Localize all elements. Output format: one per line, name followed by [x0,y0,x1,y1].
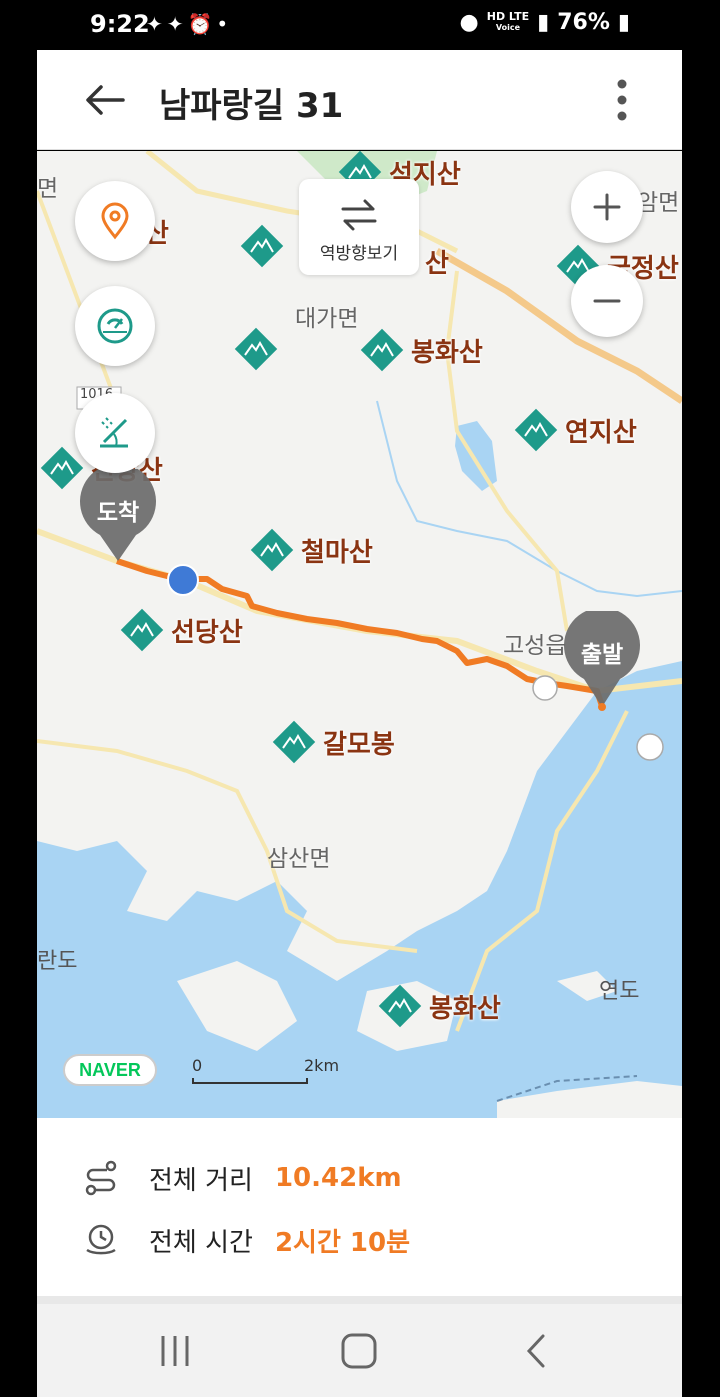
mountain-icon [120,608,164,652]
water-yeondo: 연도 [599,979,640,1004]
plus-icon [593,193,621,221]
mountain-icon [250,528,294,572]
reverse-direction-label: 역방향보기 [319,244,399,264]
total-distance-row: 전체 거리 10.42km [81,1158,402,1198]
total-time-label: 전체 시간 [149,1227,253,1258]
mountain-icon[interactable] [233,326,279,372]
arrival-label: 도착 [96,500,140,526]
area-daega: 대가면 [295,306,359,332]
more-options-icon[interactable] [610,78,634,122]
status-time: 9:22 [90,10,150,38]
network-indicator: HD LTE Voice [486,10,530,33]
mountain-icon [272,720,316,764]
zoom-out-button[interactable] [571,265,643,337]
frame-left [0,50,37,1397]
battery-icon: ▮ [617,10,630,35]
poi-label-partial: 산 [425,249,449,279]
total-distance-label: 전체 거리 [149,1165,253,1196]
poi-mountain[interactable]: 철마산 [249,527,373,573]
map-scale: 0 2km [192,1056,339,1084]
mountain-icon [360,328,404,372]
reverse-direction-button[interactable]: 역방향보기 [299,179,419,275]
map-view[interactable]: 1016 대가면 삼산면 고성읍 면 암면 연도 란도 석지산 석장산 봉화산 … [37,151,682,1118]
mountain-icon [378,984,422,1028]
poi-mountain[interactable]: 선당산 [119,607,243,653]
mountain-icon[interactable] [239,223,285,269]
system-nav-bar [37,1304,682,1397]
speed-button[interactable] [75,286,155,366]
total-time-value: 2시간 10분 [274,1227,411,1258]
back-icon[interactable] [513,1330,561,1372]
back-arrow-icon[interactable] [83,78,127,122]
page-title: 남파랑길 31 [159,86,344,126]
network-voice: Voice [495,23,520,32]
zoom-in-button[interactable] [571,171,643,243]
mountain-icon [514,408,558,452]
signal-icon: ▮ [537,10,550,35]
swap-arrows-icon [341,199,377,231]
status-bar: 9:22 ✦✦⏰• ● HD LTE Voice ▮ 76% ▮ [0,0,720,50]
my-location-button[interactable] [75,181,155,261]
elevation-icon [100,417,128,448]
poi-mountain[interactable]: 봉화산 [359,327,483,373]
poi-mountain[interactable]: 갈모봉 [271,719,395,765]
poi-mountain[interactable]: 연지산 [513,407,637,453]
route-info-panel: 전체 거리 10.42km 전체 시간 2시간 10분 [37,1118,682,1296]
poi-mountain[interactable]: 봉화산 [377,983,501,1029]
departure-label: 출발 [580,642,624,668]
battery-percent: 76% [557,10,610,35]
notification-icons: ✦✦⏰• [146,12,233,36]
home-icon[interactable] [335,1330,383,1372]
minus-icon [593,299,621,303]
area-edge-top-right: 암면 [637,190,680,216]
divider [37,1296,682,1304]
naver-logo: NAVER [63,1054,157,1086]
arrival-marker[interactable]: 도착 [78,463,158,563]
total-distance-value: 10.42km [274,1163,402,1193]
status-indicators: ● HD LTE Voice ▮ 76% ▮ [460,10,630,35]
total-time-row: 전체 시간 2시간 10분 [81,1220,410,1260]
clock-icon [86,1224,116,1255]
elevation-button[interactable] [75,393,155,473]
scale-bar [192,1078,308,1084]
frame-right [682,50,720,1397]
area-edge-top-left: 면 [37,176,59,202]
network-type: HD LTE [486,10,530,23]
location-pin-icon [101,202,129,240]
area-samsan: 삼산면 [267,846,331,872]
speedometer-icon [97,308,133,344]
recent-apps-icon[interactable] [151,1330,199,1372]
scale-max: 2km [304,1056,340,1075]
location-icon: ● [459,10,479,35]
departure-marker[interactable]: 출발 [562,607,642,711]
app-bar: 남파랑길 31 [37,50,682,150]
route-distance-icon [85,1160,117,1196]
area-goseong: 고성읍 [503,633,567,659]
water-rando: 란도 [37,949,78,974]
scale-zero: 0 [192,1056,203,1075]
